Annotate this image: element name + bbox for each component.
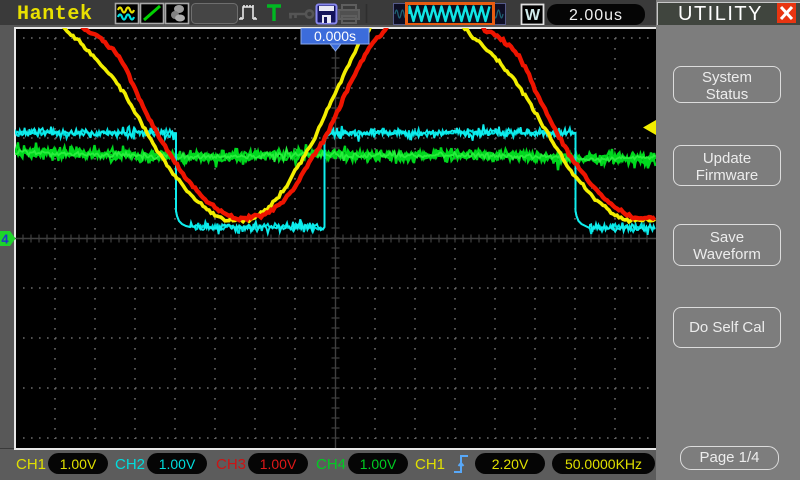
svg-text:4: 4 — [1, 232, 9, 247]
svg-text:2.00us: 2.00us — [569, 7, 623, 24]
svg-text:0.000s: 0.000s — [314, 28, 356, 44]
svg-text:W: W — [525, 7, 541, 24]
